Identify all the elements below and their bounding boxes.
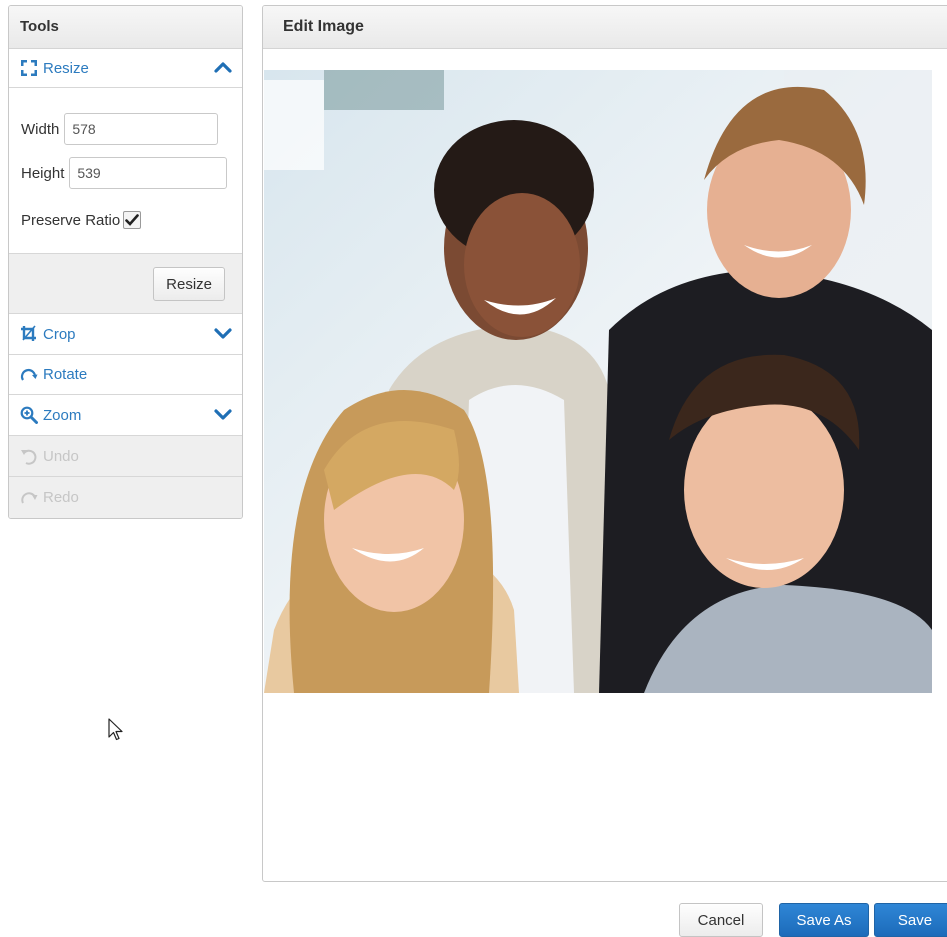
resize-button[interactable]: Resize (153, 267, 225, 301)
tool-undo: Undo (9, 436, 242, 477)
tool-undo-label: Undo (43, 447, 79, 465)
tools-header: Tools (9, 6, 242, 49)
height-row: Height (21, 157, 228, 189)
checkmark-icon (125, 214, 140, 226)
height-input[interactable] (69, 157, 228, 189)
resize-options: Width Height Preserve Ratio (9, 88, 242, 254)
tool-crop[interactable]: Crop (9, 314, 242, 355)
width-input[interactable] (64, 113, 219, 145)
preserve-ratio-row: Preserve Ratio (21, 211, 142, 229)
crop-icon (19, 324, 39, 344)
edit-image-header: Edit Image (263, 6, 947, 49)
redo-icon (19, 488, 39, 508)
tool-rotate[interactable]: Rotate (9, 355, 242, 395)
preserve-ratio-checkbox[interactable] (123, 211, 142, 229)
chevron-down-icon[interactable] (214, 408, 232, 422)
image-canvas[interactable] (264, 70, 932, 693)
tool-resize[interactable]: Resize (9, 49, 242, 88)
tool-rotate-label: Rotate (43, 366, 88, 383)
tools-panel: Tools Resize Width Height Preserve Ratio (8, 5, 243, 519)
tool-redo: Redo (9, 477, 242, 518)
edit-image-panel: Edit Image (262, 5, 947, 882)
preserve-ratio-label: Preserve Ratio (21, 211, 121, 229)
chevron-down-icon[interactable] (214, 327, 232, 341)
chevron-up-icon[interactable] (214, 60, 232, 74)
zoom-in-icon (19, 405, 39, 425)
tool-redo-label: Redo (43, 489, 79, 506)
resize-actions: Resize (9, 254, 242, 314)
width-row: Width (21, 113, 219, 145)
tool-crop-label: Crop (43, 325, 76, 343)
rotate-icon (19, 365, 39, 385)
tool-resize-label: Resize (43, 59, 89, 77)
resize-icon (19, 58, 39, 78)
tool-zoom-label: Zoom (43, 406, 82, 424)
undo-icon (19, 446, 39, 466)
mouse-cursor-icon (108, 718, 123, 741)
tool-zoom[interactable]: Zoom (9, 395, 242, 436)
height-label: Height (21, 164, 65, 182)
width-label: Width (21, 120, 60, 138)
